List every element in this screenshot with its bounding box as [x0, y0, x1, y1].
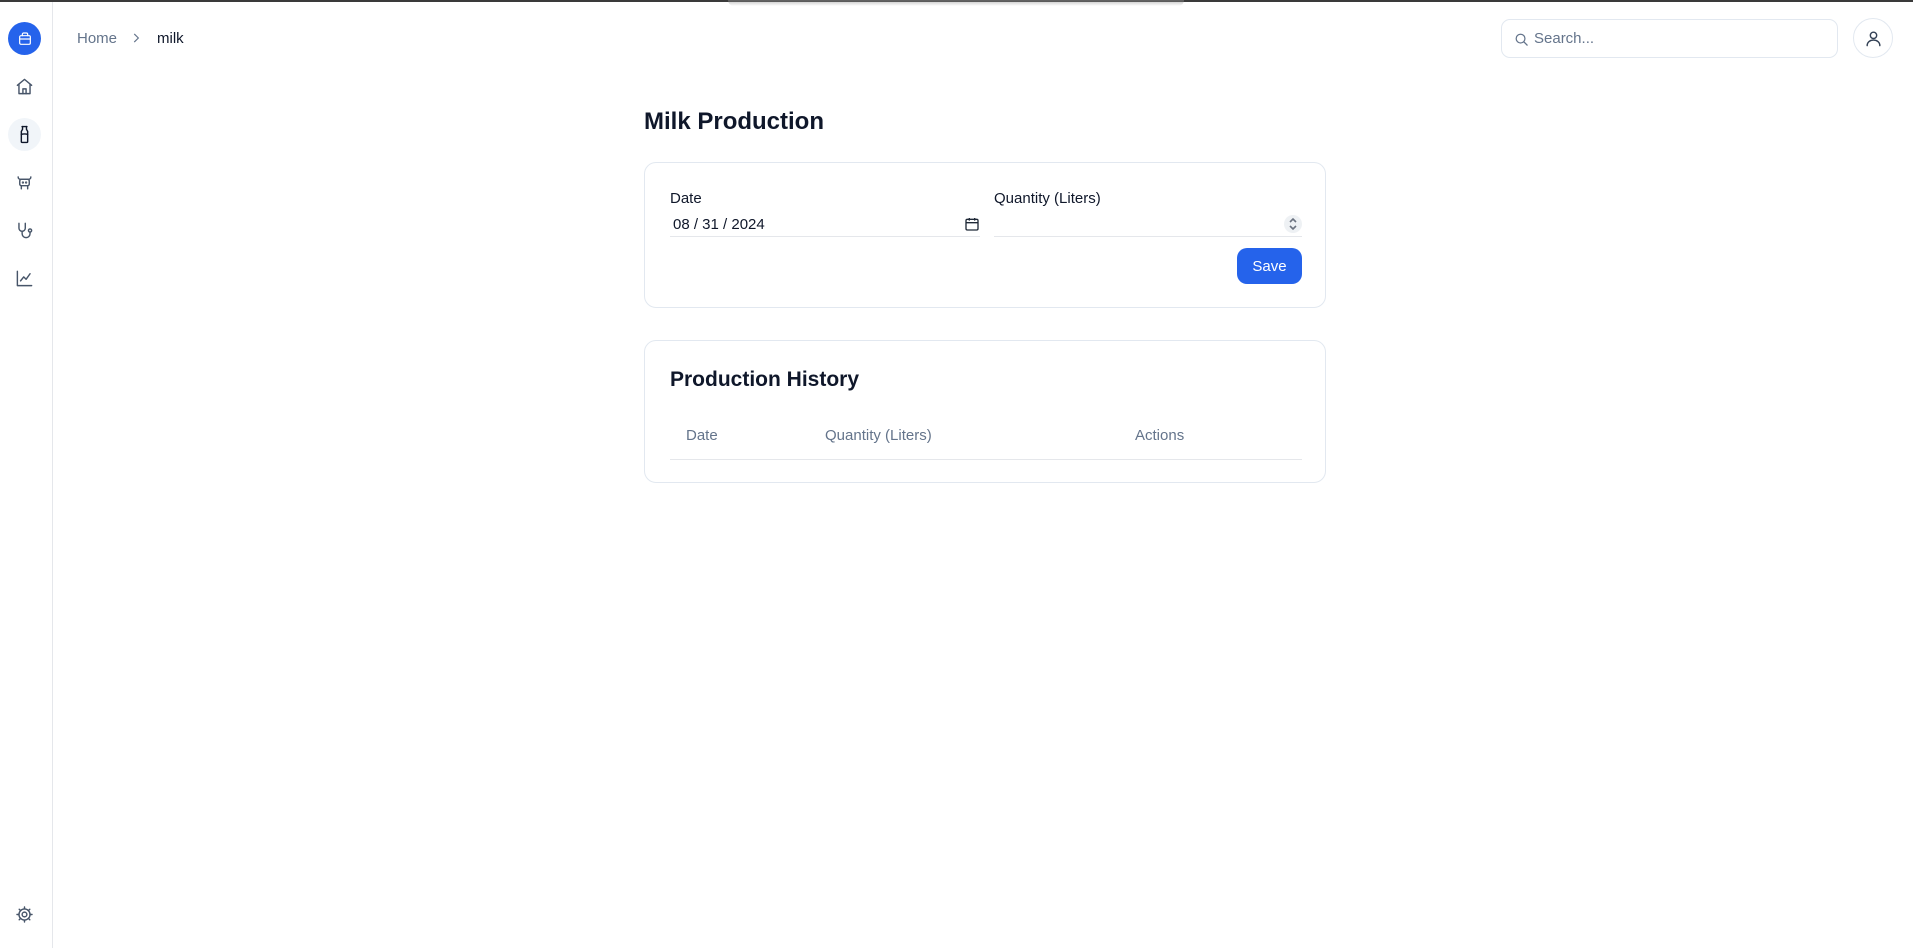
- user-avatar-button[interactable]: [1853, 18, 1893, 58]
- search-box[interactable]: [1501, 19, 1838, 58]
- chevron-right-icon: [129, 31, 143, 45]
- date-label: Date: [670, 190, 702, 207]
- production-history-card: Production History Date Quantity (Liters…: [644, 340, 1326, 483]
- user-icon: [1865, 30, 1881, 46]
- quantity-label: Quantity (Liters): [994, 190, 1101, 207]
- breadcrumb: Home milk: [77, 28, 184, 48]
- column-header-actions: Actions: [1135, 427, 1185, 444]
- number-spinner-icon[interactable]: [1284, 215, 1302, 233]
- gear-icon[interactable]: [8, 898, 41, 931]
- stethoscope-icon[interactable]: [8, 214, 41, 247]
- quantity-input[interactable]: [994, 212, 1274, 236]
- date-input[interactable]: 08 / 31 / 2024: [670, 212, 980, 237]
- quantity-field[interactable]: [994, 212, 1302, 237]
- app-logo-icon[interactable]: [8, 22, 41, 55]
- milk-bottle-icon[interactable]: [8, 118, 41, 151]
- search-icon: [1515, 33, 1528, 46]
- calendar-icon[interactable]: [964, 216, 980, 236]
- date-value: 08 / 31 / 2024: [673, 215, 765, 233]
- column-header-quantity: Quantity (Liters): [825, 427, 932, 444]
- search-input[interactable]: [1534, 30, 1824, 47]
- milk-entry-form: Date 08 / 31 / 2024 Quantity (Liters) Sa…: [644, 162, 1326, 308]
- drag-shadow: [728, 0, 1184, 6]
- sidebar: [0, 2, 53, 948]
- save-button[interactable]: Save: [1237, 248, 1302, 284]
- breadcrumb-current: milk: [157, 29, 184, 47]
- cow-icon[interactable]: [8, 166, 41, 199]
- history-title: Production History: [670, 368, 860, 391]
- column-header-date: Date: [686, 427, 718, 444]
- history-table-header: Date Quantity (Liters) Actions: [670, 415, 1302, 460]
- home-icon[interactable]: [8, 70, 41, 103]
- page-title: Milk Production: [644, 108, 824, 135]
- chart-line-icon[interactable]: [8, 262, 41, 295]
- breadcrumb-home-link[interactable]: Home: [77, 30, 117, 47]
